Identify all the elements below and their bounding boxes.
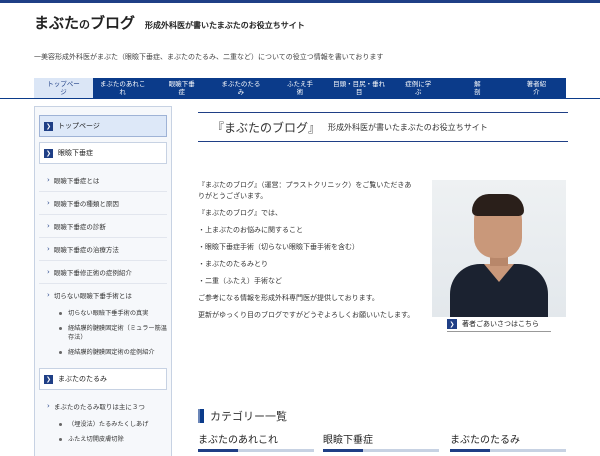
chevron-right-icon: › (47, 176, 50, 184)
sidebar-item-label: 眼瞼下垂の種類と原因 (53, 200, 119, 208)
nav-item-ganken-kasui[interactable]: 眼瞼下垂 症 (152, 78, 211, 98)
sidebar-item[interactable]: › 眼瞼下垂症とは (39, 169, 167, 192)
intro-paragraph: ・上まぶたのお悩みに関すること (198, 226, 303, 234)
site-title-end: ブログ (90, 14, 136, 32)
intro-paragraph: 『まぶたのブログ』（運営：プラストクリニック）をご覧いただきありがとうございます… (198, 181, 412, 200)
intro-paragraph: ・二重（ふたえ）手術など (198, 277, 282, 285)
nav-item-mabuta-tarumi[interactable]: まぶたのたる み (211, 78, 270, 98)
nav-item-cases[interactable]: 症例に学 ぶ (389, 78, 448, 98)
category-underline (450, 449, 566, 452)
sidebar-subitem[interactable]: 経結膜的腱膜固定術の症例紹介 (39, 345, 167, 360)
site-description: 一美容形成外科医がまぶた（眼瞼下垂症、まぶたのたるみ、二重など）についての役立つ… (34, 53, 384, 61)
category-column-title: まぶたのたるみ (450, 435, 520, 446)
sidebar-item[interactable]: › 眼瞼下垂症の診断 (39, 215, 167, 238)
sidebar-item[interactable]: › まぶたのたるみ取りは主に３つ (39, 395, 167, 417)
category-column-title: まぶたのあれこれ (198, 435, 278, 446)
sidebar-item-label: 眼瞼下垂症の診断 (53, 223, 106, 231)
category-underline (198, 449, 314, 452)
sidebar-subitem-label: ふたえ切開皮膚切除 (68, 436, 124, 443)
page-title: 『まぶたのブログ』 形成外科医が書いたまぶたのお役立ちサイト (198, 112, 568, 142)
sidebar-item-label: 眼瞼下垂修正術の症例紹介 (53, 269, 132, 277)
sidebar-subitem[interactable]: ふたえ切開皮膚切除 (39, 432, 167, 447)
bullet-icon (59, 438, 62, 441)
category-underline (323, 449, 439, 452)
sidebar-subitem[interactable]: 経結膜的腱膜固定術（ミュラー筋温存法） (39, 321, 167, 345)
bullet-icon (59, 327, 62, 330)
sidebar: ❯ トップページ ❯ 眼瞼下垂症 › 眼瞼下垂症とは › 眼瞼下垂の種類と原因 › 眼… (34, 106, 172, 456)
chevron-right-icon: › (47, 268, 50, 276)
photo-hair-shape (472, 194, 524, 216)
nav-item-top[interactable]: トップペー ジ (34, 78, 94, 98)
sidebar-section-tarumi[interactable]: ❯ まぶたのたるみ (39, 368, 167, 390)
site-title-main: まぶた (34, 14, 80, 32)
sidebar-item[interactable]: › 眼瞼下垂の種類と原因 (39, 192, 167, 215)
bullet-icon (59, 423, 62, 426)
category-column[interactable]: まぶたのあれこれ (198, 431, 314, 452)
author-greeting-link[interactable]: ❯ 著者ごあいさつはこちら (447, 319, 557, 329)
sidebar-item[interactable]: › 眼瞼下垂症の治療方法 (39, 238, 167, 261)
sidebar-item-label: まぶたのたるみ取りは主に３つ (53, 403, 145, 411)
chevron-right-icon: › (47, 199, 50, 207)
nav-item-anatomy[interactable]: 解 剖 (448, 78, 507, 98)
chevron-right-icon: › (47, 222, 50, 230)
sidebar-section-ganken[interactable]: ❯ 眼瞼下垂症 (39, 142, 167, 164)
sidebar-top-label: トップページ (58, 122, 100, 130)
sidebar-subitem-label: 経結膜的腱膜固定術（ミュラー筋温存法） (68, 325, 167, 341)
caption-underline (447, 331, 551, 332)
chevron-right-icon: ❯ (44, 121, 53, 131)
sidebar-top-link[interactable]: ❯ トップページ (39, 115, 167, 137)
category-heading-label: カテゴリー一覧 (210, 410, 287, 423)
bullet-icon (59, 351, 62, 354)
site-title[interactable]: まぶたのブログ (34, 12, 135, 33)
chevron-right-icon: ❯ (44, 374, 53, 384)
sidebar-subitem-label: 切らない眼瞼下垂手術の真実 (68, 310, 149, 317)
heading-bar-icon (198, 409, 204, 423)
page-title-main: 『まぶたのブログ』 (212, 120, 321, 135)
nav-item-megashira[interactable]: 目頭・目尻・垂れ 目 (330, 78, 389, 98)
category-column[interactable]: まぶたのたるみ (450, 431, 566, 452)
intro-paragraph: ・まぶたのたるみとり (198, 260, 268, 268)
category-column-title: 眼瞼下垂症 (323, 435, 373, 446)
intro-text: 『まぶたのブログ』（運営：プラストクリニック）をご覧いただきありがとうございます… (198, 180, 418, 327)
site-brand[interactable]: まぶたのブログ 形成外科医が書いたまぶたのお役立ちサイト (34, 12, 305, 33)
chevron-right-icon: ❯ (44, 148, 53, 158)
sidebar-item[interactable]: › 切らない眼瞼下垂手術とは (39, 284, 167, 306)
intro-paragraph: ・眼瞼下垂症手術（切らない眼瞼下垂手術を含む） (198, 243, 359, 251)
sidebar-section-label: まぶたのたるみ (58, 375, 107, 383)
chevron-right-icon: › (47, 402, 50, 410)
sidebar-item[interactable]: › 眼瞼下垂修正術の症例紹介 (39, 261, 167, 284)
intro-paragraph: ご参考になる情報を形成外科専門医が提供しております。 (198, 294, 379, 302)
bullet-icon (59, 312, 62, 315)
category-heading: カテゴリー一覧 (198, 408, 287, 424)
sidebar-subitem[interactable]: （埋没法）たるみたくしあげ (39, 417, 167, 432)
sidebar-subitem-label: （埋没法）たるみたくしあげ (68, 421, 149, 428)
top-accent-bar (0, 0, 600, 3)
page-title-sub: 形成外科医が書いたまぶたのお役立ちサイト (328, 122, 488, 132)
site-title-mid: の (79, 18, 91, 31)
sidebar-subitem[interactable]: 切らない眼瞼下垂手術の真実 (39, 306, 167, 321)
main-nav: トップペー ジ まぶたのあれこ れ 眼瞼下垂 症 まぶたのたる み ふたえ手 術… (34, 78, 566, 98)
sidebar-item-label: 眼瞼下垂症の治療方法 (53, 246, 119, 254)
sidebar-item-label: 切らない眼瞼下垂手術とは (53, 292, 132, 300)
intro-paragraph: 『まぶたのブログ』では、 (198, 209, 282, 217)
sidebar-section-label: 眼瞼下垂症 (58, 149, 93, 157)
chevron-right-icon: › (47, 245, 50, 253)
category-column[interactable]: 眼瞼下垂症 (323, 431, 439, 452)
nav-item-mabuta-arekore[interactable]: まぶたのあれこ れ (93, 78, 152, 98)
site-tagline: 形成外科医が書いたまぶたのお役立ちサイト (145, 21, 305, 30)
chevron-right-icon: ❯ (447, 319, 457, 329)
nav-divider (0, 98, 600, 99)
sidebar-item-label: 眼瞼下垂症とは (53, 177, 100, 185)
author-greeting-label: 著者ごあいさつはこちら (462, 320, 539, 328)
nav-item-author[interactable]: 著者紹 介 (507, 78, 566, 98)
sidebar-subitem-label: 経結膜的腱膜固定術の症例紹介 (68, 349, 155, 356)
intro-paragraph: 更新がゆっくり目のブログですがどうぞよろしくお願いいたします。 (198, 311, 415, 319)
nav-item-futae[interactable]: ふたえ手 術 (270, 78, 329, 98)
chevron-right-icon: › (47, 291, 50, 299)
author-photo[interactable] (432, 180, 566, 317)
